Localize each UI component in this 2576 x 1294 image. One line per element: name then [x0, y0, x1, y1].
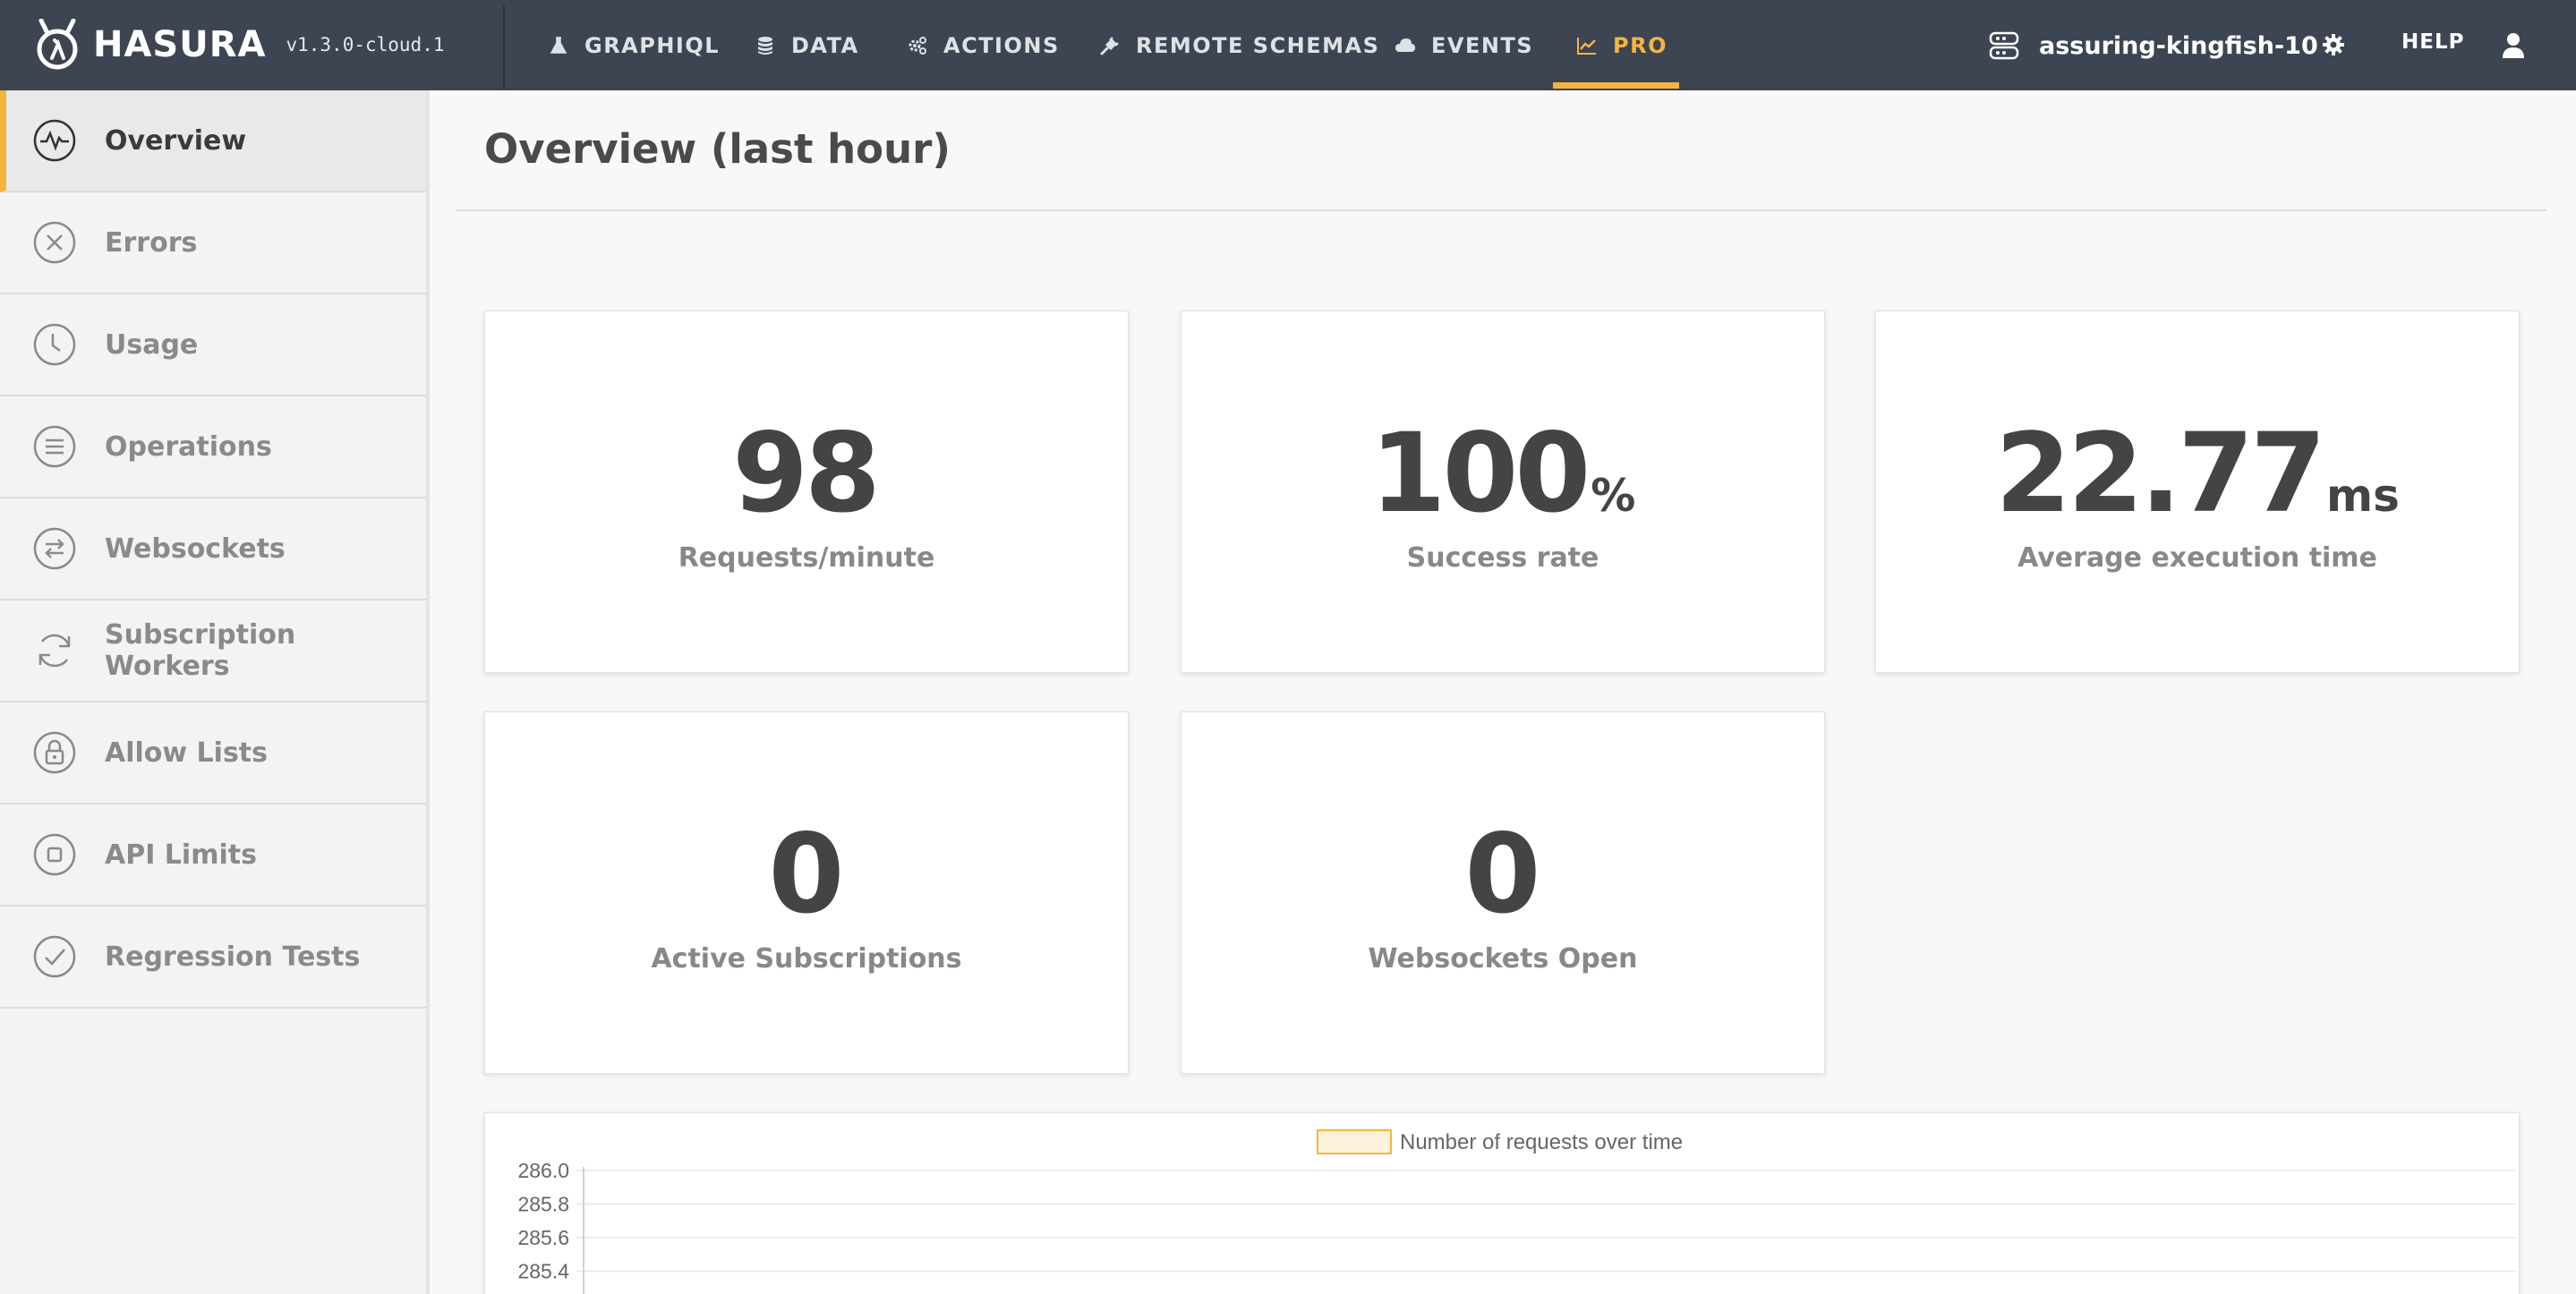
- x-circle-icon: [32, 220, 77, 265]
- brand-name: HASURA: [93, 24, 267, 65]
- legend-swatch: [1317, 1129, 1392, 1154]
- stat-label: Active Subscriptions: [651, 943, 962, 975]
- stat-label: Success rate: [1406, 542, 1599, 574]
- flask-icon: [547, 34, 570, 57]
- nav-divider: [503, 5, 505, 89]
- nav-remote-schemas[interactable]: REMOTE SCHEMAS: [1098, 0, 1379, 90]
- stat-unit: ms: [2326, 470, 2400, 522]
- stat-label: Websockets Open: [1368, 943, 1638, 975]
- sidebar-item-allow-lists[interactable]: Allow Lists: [0, 702, 426, 804]
- sidebar-item-api-limits[interactable]: API Limits: [0, 804, 426, 907]
- nav-label: GRAPHIQL: [584, 32, 721, 58]
- help-link[interactable]: HELP: [2401, 30, 2464, 54]
- arrows-exchange-icon: [32, 526, 77, 571]
- lock-icon: [32, 730, 77, 775]
- sidebar-item-label: Usage: [105, 328, 199, 361]
- stat-number: 100: [1369, 410, 1591, 537]
- stat-card-active-subscriptions: 0 Active Subscriptions: [484, 711, 1129, 1074]
- sidebar-item-label: Operations: [105, 430, 272, 463]
- nav-graphiql[interactable]: GRAPHIQL: [547, 0, 720, 90]
- sidebar-item-label: API Limits: [105, 839, 257, 871]
- nav-events[interactable]: EVENTS: [1394, 0, 1533, 90]
- top-navbar: HASURA v1.3.0-cloud.1 GRAPHIQL DATA ACTI…: [0, 0, 2576, 90]
- sidebar-item-regression-tests[interactable]: Regression Tests: [0, 907, 426, 1009]
- sidebar-item-label: Subscription Workers: [105, 619, 296, 682]
- page-title: Overview (last hour): [484, 125, 951, 173]
- stat-value: 22.77ms: [1876, 410, 2519, 537]
- sidebar-item-subscription-workers[interactable]: Subscription Workers: [0, 600, 426, 702]
- refresh-icon: [32, 628, 77, 673]
- stat-value: 0: [1181, 811, 1824, 938]
- check-circle-icon: [32, 934, 77, 979]
- sidebar-item-label: Overview: [105, 124, 247, 157]
- list-circle-icon: [32, 424, 77, 469]
- sidebar-item-overview[interactable]: Overview: [0, 90, 426, 192]
- stat-card-success-rate: 100% Success rate: [1181, 311, 1825, 673]
- square-circle-icon: [32, 832, 77, 877]
- sidebar-item-label: Regression Tests: [105, 941, 361, 973]
- legend-label: Number of requests over time: [1400, 1130, 1683, 1154]
- requests-chart: Number of requests over time 286.0 285.8 28…: [517, 1129, 2515, 1294]
- version-label: v1.3.0-cloud.1: [286, 34, 445, 55]
- server-icon: [1989, 31, 2019, 60]
- requests-chart-card: Number of requests over time 286.0 285.8 28…: [484, 1112, 2520, 1294]
- nav-actions[interactable]: ACTIONS: [906, 0, 1060, 90]
- project-selector[interactable]: assuring-kingfish-10: [1989, 27, 2318, 64]
- stat-value: 100%: [1181, 410, 1824, 537]
- sidebar-item-label: Errors: [105, 226, 198, 259]
- sidebar-item-operations[interactable]: Operations: [0, 396, 426, 498]
- stat-value: 98: [485, 410, 1128, 537]
- sidebar-item-websockets[interactable]: Websockets: [0, 498, 426, 600]
- stat-card-requests: 98 Requests/minute: [484, 311, 1129, 673]
- nav-label: PRO: [1613, 32, 1668, 58]
- sidebar-item-label: Allow Lists: [105, 736, 269, 769]
- sidebar: Overview Errors Usage Operations Websock…: [0, 90, 430, 1294]
- nav-label: DATA: [791, 32, 859, 58]
- nav-label: REMOTE SCHEMAS: [1136, 32, 1380, 58]
- sidebar-item-label: Websockets: [105, 532, 286, 565]
- project-name: assuring-kingfish-10: [2039, 31, 2318, 60]
- nav-pro[interactable]: PRO: [1575, 0, 1668, 90]
- plug-icon: [1098, 34, 1122, 57]
- stat-value: 0: [485, 811, 1128, 938]
- hasura-logo-icon: [37, 19, 78, 70]
- stat-number: 22.77: [1995, 410, 2326, 537]
- cloud-icon: [1394, 34, 1417, 57]
- nav-label: EVENTS: [1431, 32, 1534, 58]
- sidebar-item-usage[interactable]: Usage: [0, 294, 426, 396]
- stat-number: 0: [1464, 811, 1541, 938]
- title-divider: [456, 209, 2546, 211]
- gear-icon[interactable]: [2321, 32, 2346, 57]
- stat-number: 98: [732, 410, 881, 537]
- sidebar-item-errors[interactable]: Errors: [0, 192, 426, 294]
- line-chart-icon: [1575, 34, 1599, 57]
- active-tab-indicator: [1553, 82, 1679, 89]
- cogs-icon: [906, 34, 929, 57]
- y-tick-label: 285.8: [517, 1193, 569, 1216]
- nav-data[interactable]: DATA: [754, 0, 859, 90]
- stat-number: 0: [768, 811, 845, 938]
- nav-label: ACTIONS: [943, 32, 1060, 58]
- stat-card-execution-time: 22.77ms Average execution time: [1875, 311, 2520, 673]
- hasura-logo[interactable]: HASURA v1.3.0-cloud.1: [34, 19, 445, 70]
- user-icon[interactable]: [2501, 32, 2526, 59]
- stat-card-websockets-open: 0 Websockets Open: [1181, 711, 1825, 1074]
- y-tick-label: 285.6: [517, 1226, 569, 1249]
- database-icon: [754, 34, 777, 57]
- y-tick-label: 286.0: [517, 1159, 569, 1182]
- stat-label: Average execution time: [2017, 542, 2377, 574]
- stat-unit: %: [1591, 470, 1636, 522]
- pulse-icon: [32, 118, 77, 163]
- y-tick-label: 285.4: [517, 1260, 569, 1283]
- clock-icon: [32, 322, 77, 367]
- stat-label: Requests/minute: [678, 542, 935, 574]
